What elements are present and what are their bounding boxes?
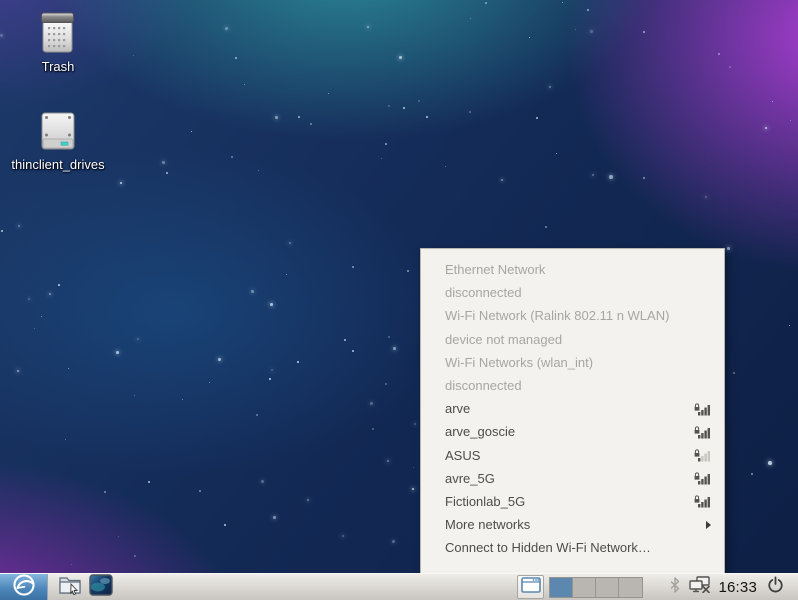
network-menu-item-label: device not managed <box>445 332 562 347</box>
workspace-3[interactable] <box>596 578 619 597</box>
network-menu-item: Wi-Fi Networks (wlan_int) <box>421 351 724 374</box>
desktop-preview-launcher[interactable] <box>88 574 114 600</box>
trash-icon <box>35 10 81 56</box>
wifi-signal-weak-icon <box>694 449 711 462</box>
network-menu-item-label: ASUS <box>445 448 480 463</box>
wifi-signal-strong-icon <box>694 402 711 415</box>
submenu-arrow-icon <box>706 521 711 529</box>
network-menu-item: disconnected <box>421 374 724 397</box>
network-menu-item[interactable]: arve <box>421 397 724 420</box>
network-menu-item-label: More networks <box>445 517 530 532</box>
lubuntu-logo-icon <box>11 572 37 600</box>
network-menu-item[interactable]: ASUS <box>421 444 724 467</box>
wifi-signal-strong-icon <box>694 425 711 438</box>
folder-icon <box>58 574 82 600</box>
network-menu-item[interactable]: Fictionlab_5G <box>421 490 724 513</box>
network-offline-icon <box>689 576 711 598</box>
screen-image-icon <box>89 574 113 600</box>
desktop-icon-thinclient-drives[interactable]: thinclient_drives <box>6 108 110 172</box>
network-menu-item-label: arve <box>445 401 470 416</box>
network-menu-item: Ethernet Network <box>421 258 724 281</box>
desktop-icon-label: thinclient_drives <box>8 157 108 172</box>
network-menu-item[interactable]: avre_5G <box>421 467 724 490</box>
network-tray-button[interactable] <box>689 576 711 598</box>
taskbar: 16:33 <box>0 573 798 600</box>
desktop-icon-label: Trash <box>8 59 108 74</box>
network-manager-menu: Ethernet Network disconnected Wi-Fi Networ… <box>420 248 725 573</box>
network-menu-item-label: Wi-Fi Networks (wlan_int) <box>445 355 593 370</box>
desktop-icon-trash[interactable]: Trash <box>6 10 110 74</box>
wifi-signal-strong-icon <box>694 472 711 485</box>
network-menu-item-label: avre_5G <box>445 471 495 486</box>
power-icon <box>767 576 784 598</box>
workspace-4[interactable] <box>619 578 642 597</box>
network-menu-item: disconnected <box>421 281 724 304</box>
network-menu-item[interactable]: Connect to Hidden Wi-Fi Network… <box>421 536 724 559</box>
network-menu-item-label: arve_goscie <box>445 424 515 439</box>
workspace-2[interactable] <box>573 578 596 597</box>
network-menu-item-label: Ethernet Network <box>445 262 545 277</box>
file-manager-launcher[interactable] <box>57 574 83 600</box>
power-button[interactable] <box>767 576 784 598</box>
network-menu-item-label: disconnected <box>445 285 522 300</box>
network-menu-item: Wi-Fi Network (Ralink 802.11 n WLAN) <box>421 304 724 327</box>
network-menu-item-label: Wi-Fi Network (Ralink 802.11 n WLAN) <box>445 308 669 323</box>
network-menu-item[interactable]: arve_goscie <box>421 420 724 443</box>
window-taskbar-button[interactable] <box>517 575 544 599</box>
start-menu-button[interactable] <box>0 574 48 600</box>
desktop: Trash thinclient_drives Ethernet Netw <box>0 0 798 600</box>
clock[interactable]: 16:33 <box>718 579 757 596</box>
window-icon <box>521 577 541 598</box>
network-menu-item-label: disconnected <box>445 378 522 393</box>
workspace-pager <box>549 577 643 598</box>
network-menu-item: device not managed <box>421 328 724 351</box>
bluetooth-icon <box>670 577 680 598</box>
drive-icon <box>35 108 81 154</box>
wifi-signal-strong-icon <box>694 495 711 508</box>
workspace-1[interactable] <box>550 578 573 597</box>
network-menu-item-label: Connect to Hidden Wi-Fi Network… <box>445 540 651 555</box>
network-menu-item-label: Fictionlab_5G <box>445 494 525 509</box>
bluetooth-tray-button[interactable] <box>670 577 680 598</box>
network-menu-item[interactable]: More networks <box>421 513 724 536</box>
